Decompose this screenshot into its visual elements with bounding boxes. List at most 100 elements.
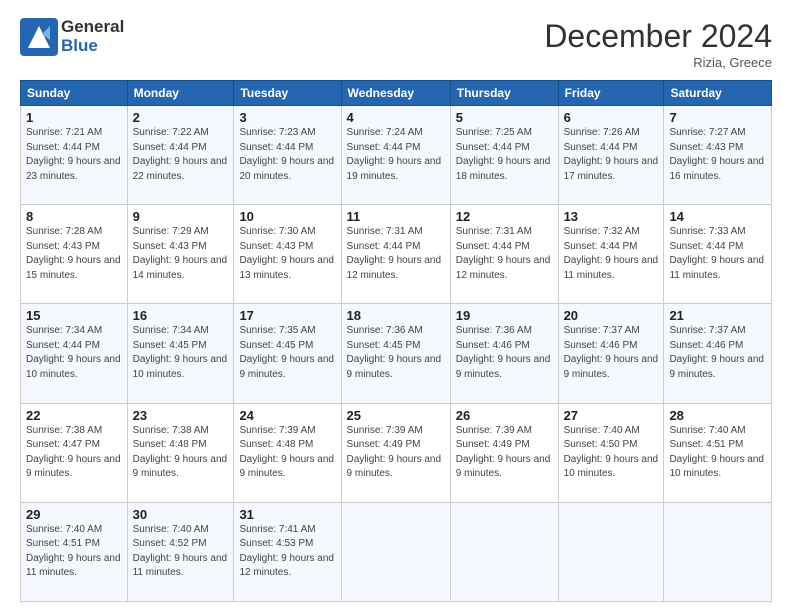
day-info: Sunrise: 7:34 AMSunset: 4:45 PMDaylight:…	[133, 324, 229, 382]
weekday-friday: Friday	[558, 81, 664, 106]
weekday-header-row: SundayMondayTuesdayWednesdayThursdayFrid…	[21, 81, 772, 106]
logo-blue: Blue	[61, 37, 124, 56]
day-number: 16	[133, 308, 229, 323]
day-number: 19	[456, 308, 553, 323]
day-info: Sunrise: 7:23 AMSunset: 4:44 PMDaylight:…	[239, 126, 335, 184]
day-number: 17	[239, 308, 335, 323]
calendar-cell: 28Sunrise: 7:40 AMSunset: 4:51 PMDayligh…	[664, 403, 772, 502]
day-info: Sunrise: 7:30 AMSunset: 4:43 PMDaylight:…	[239, 225, 335, 283]
logo-text: General Blue	[61, 18, 124, 55]
day-info: Sunrise: 7:21 AMSunset: 4:44 PMDaylight:…	[26, 126, 122, 184]
calendar-cell: 5Sunrise: 7:25 AMSunset: 4:44 PMDaylight…	[450, 106, 558, 205]
day-info: Sunrise: 7:29 AMSunset: 4:43 PMDaylight:…	[133, 225, 229, 283]
day-number: 30	[133, 507, 229, 522]
calendar-cell: 24Sunrise: 7:39 AMSunset: 4:48 PMDayligh…	[234, 403, 341, 502]
calendar-cell: 31Sunrise: 7:41 AMSunset: 4:53 PMDayligh…	[234, 502, 341, 601]
day-number: 3	[239, 110, 335, 125]
day-number: 13	[564, 209, 659, 224]
calendar-cell: 29Sunrise: 7:40 AMSunset: 4:51 PMDayligh…	[21, 502, 128, 601]
day-number: 9	[133, 209, 229, 224]
day-info: Sunrise: 7:31 AMSunset: 4:44 PMDaylight:…	[347, 225, 445, 283]
day-info: Sunrise: 7:32 AMSunset: 4:44 PMDaylight:…	[564, 225, 659, 283]
day-info: Sunrise: 7:37 AMSunset: 4:46 PMDaylight:…	[669, 324, 766, 382]
day-number: 5	[456, 110, 553, 125]
day-number: 14	[669, 209, 766, 224]
calendar-cell: 22Sunrise: 7:38 AMSunset: 4:47 PMDayligh…	[21, 403, 128, 502]
calendar-week-2: 8Sunrise: 7:28 AMSunset: 4:43 PMDaylight…	[21, 205, 772, 304]
day-number: 21	[669, 308, 766, 323]
calendar-cell: 8Sunrise: 7:28 AMSunset: 4:43 PMDaylight…	[21, 205, 128, 304]
calendar-cell: 21Sunrise: 7:37 AMSunset: 4:46 PMDayligh…	[664, 304, 772, 403]
day-info: Sunrise: 7:31 AMSunset: 4:44 PMDaylight:…	[456, 225, 553, 283]
day-number: 15	[26, 308, 122, 323]
day-number: 2	[133, 110, 229, 125]
day-info: Sunrise: 7:37 AMSunset: 4:46 PMDaylight:…	[564, 324, 659, 382]
month-title: December 2024	[544, 18, 772, 55]
day-info: Sunrise: 7:38 AMSunset: 4:47 PMDaylight:…	[26, 424, 122, 482]
title-block: December 2024 Rizia, Greece	[544, 18, 772, 70]
day-number: 1	[26, 110, 122, 125]
day-info: Sunrise: 7:36 AMSunset: 4:46 PMDaylight:…	[456, 324, 553, 382]
day-number: 23	[133, 408, 229, 423]
calendar-cell: 30Sunrise: 7:40 AMSunset: 4:52 PMDayligh…	[127, 502, 234, 601]
day-info: Sunrise: 7:34 AMSunset: 4:44 PMDaylight:…	[26, 324, 122, 382]
page: General Blue December 2024 Rizia, Greece…	[0, 0, 792, 612]
weekday-sunday: Sunday	[21, 81, 128, 106]
day-number: 28	[669, 408, 766, 423]
day-number: 20	[564, 308, 659, 323]
calendar-cell: 16Sunrise: 7:34 AMSunset: 4:45 PMDayligh…	[127, 304, 234, 403]
calendar-cell	[450, 502, 558, 601]
day-number: 29	[26, 507, 122, 522]
day-number: 24	[239, 408, 335, 423]
calendar-cell: 23Sunrise: 7:38 AMSunset: 4:48 PMDayligh…	[127, 403, 234, 502]
day-number: 27	[564, 408, 659, 423]
calendar-cell: 14Sunrise: 7:33 AMSunset: 4:44 PMDayligh…	[664, 205, 772, 304]
day-number: 10	[239, 209, 335, 224]
calendar-cell: 20Sunrise: 7:37 AMSunset: 4:46 PMDayligh…	[558, 304, 664, 403]
calendar-cell: 11Sunrise: 7:31 AMSunset: 4:44 PMDayligh…	[341, 205, 450, 304]
weekday-monday: Monday	[127, 81, 234, 106]
day-info: Sunrise: 7:22 AMSunset: 4:44 PMDaylight:…	[133, 126, 229, 184]
day-info: Sunrise: 7:38 AMSunset: 4:48 PMDaylight:…	[133, 424, 229, 482]
weekday-thursday: Thursday	[450, 81, 558, 106]
calendar-cell	[664, 502, 772, 601]
calendar-cell: 17Sunrise: 7:35 AMSunset: 4:45 PMDayligh…	[234, 304, 341, 403]
day-info: Sunrise: 7:39 AMSunset: 4:49 PMDaylight:…	[456, 424, 553, 482]
calendar-cell: 18Sunrise: 7:36 AMSunset: 4:45 PMDayligh…	[341, 304, 450, 403]
location: Rizia, Greece	[544, 55, 772, 70]
calendar-cell: 15Sunrise: 7:34 AMSunset: 4:44 PMDayligh…	[21, 304, 128, 403]
calendar-cell: 25Sunrise: 7:39 AMSunset: 4:49 PMDayligh…	[341, 403, 450, 502]
calendar-week-5: 29Sunrise: 7:40 AMSunset: 4:51 PMDayligh…	[21, 502, 772, 601]
day-info: Sunrise: 7:35 AMSunset: 4:45 PMDaylight:…	[239, 324, 335, 382]
calendar-cell	[558, 502, 664, 601]
calendar-table: SundayMondayTuesdayWednesdayThursdayFrid…	[20, 80, 772, 602]
day-info: Sunrise: 7:25 AMSunset: 4:44 PMDaylight:…	[456, 126, 553, 184]
day-info: Sunrise: 7:24 AMSunset: 4:44 PMDaylight:…	[347, 126, 445, 184]
weekday-tuesday: Tuesday	[234, 81, 341, 106]
day-number: 6	[564, 110, 659, 125]
calendar-week-1: 1Sunrise: 7:21 AMSunset: 4:44 PMDaylight…	[21, 106, 772, 205]
calendar-cell: 13Sunrise: 7:32 AMSunset: 4:44 PMDayligh…	[558, 205, 664, 304]
calendar-cell: 3Sunrise: 7:23 AMSunset: 4:44 PMDaylight…	[234, 106, 341, 205]
calendar-cell: 10Sunrise: 7:30 AMSunset: 4:43 PMDayligh…	[234, 205, 341, 304]
calendar-cell: 1Sunrise: 7:21 AMSunset: 4:44 PMDaylight…	[21, 106, 128, 205]
day-info: Sunrise: 7:36 AMSunset: 4:45 PMDaylight:…	[347, 324, 445, 382]
day-number: 31	[239, 507, 335, 522]
calendar-cell: 4Sunrise: 7:24 AMSunset: 4:44 PMDaylight…	[341, 106, 450, 205]
day-number: 4	[347, 110, 445, 125]
logo-icon	[20, 18, 58, 56]
calendar-body: 1Sunrise: 7:21 AMSunset: 4:44 PMDaylight…	[21, 106, 772, 602]
calendar-cell: 19Sunrise: 7:36 AMSunset: 4:46 PMDayligh…	[450, 304, 558, 403]
calendar-cell: 26Sunrise: 7:39 AMSunset: 4:49 PMDayligh…	[450, 403, 558, 502]
day-info: Sunrise: 7:39 AMSunset: 4:49 PMDaylight:…	[347, 424, 445, 482]
day-info: Sunrise: 7:26 AMSunset: 4:44 PMDaylight:…	[564, 126, 659, 184]
day-number: 18	[347, 308, 445, 323]
calendar-cell	[341, 502, 450, 601]
day-info: Sunrise: 7:41 AMSunset: 4:53 PMDaylight:…	[239, 523, 335, 581]
day-number: 12	[456, 209, 553, 224]
calendar-cell: 2Sunrise: 7:22 AMSunset: 4:44 PMDaylight…	[127, 106, 234, 205]
logo: General Blue	[20, 18, 124, 56]
calendar-cell: 6Sunrise: 7:26 AMSunset: 4:44 PMDaylight…	[558, 106, 664, 205]
day-info: Sunrise: 7:27 AMSunset: 4:43 PMDaylight:…	[669, 126, 766, 184]
calendar-week-4: 22Sunrise: 7:38 AMSunset: 4:47 PMDayligh…	[21, 403, 772, 502]
